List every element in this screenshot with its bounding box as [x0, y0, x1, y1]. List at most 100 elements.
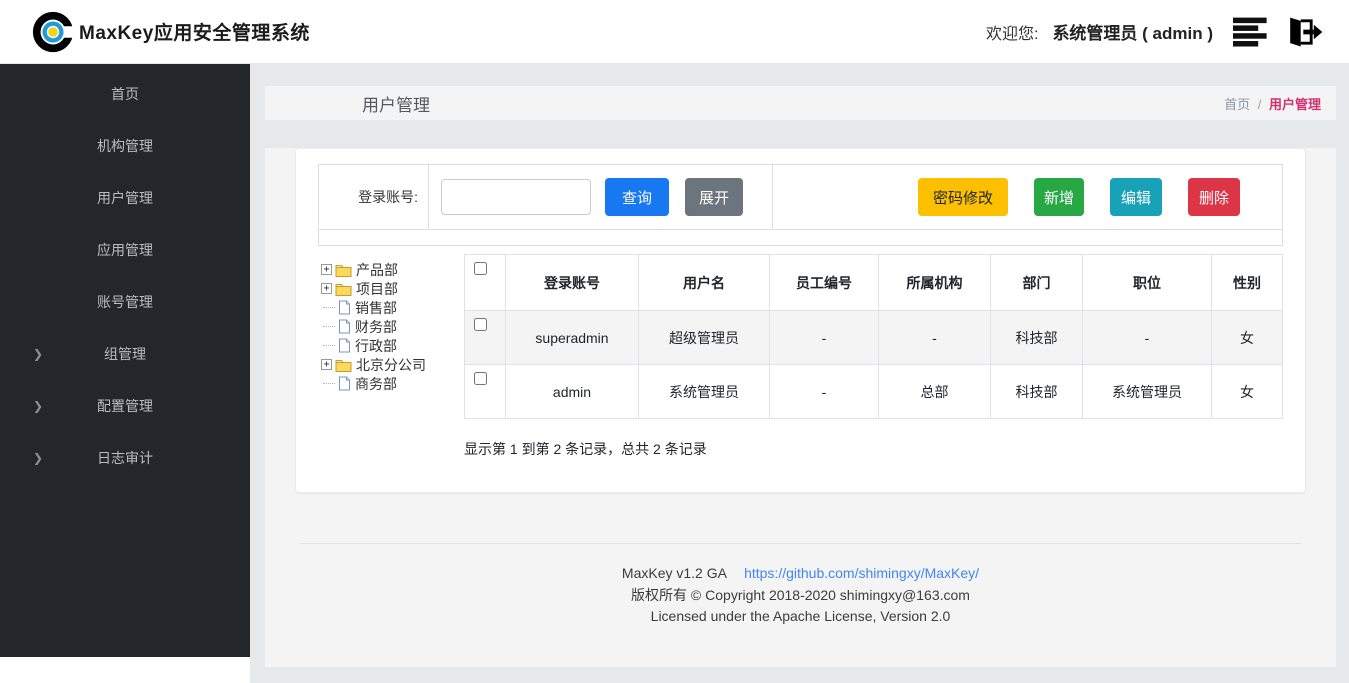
delete-button[interactable]: 删除: [1188, 178, 1240, 216]
sidebar-item-org-mgmt[interactable]: 机构管理: [0, 120, 250, 172]
records-summary: 显示第 1 到第 2 条记录，总共 2 条记录: [464, 439, 1283, 459]
cell-login-account: superadmin: [506, 311, 639, 365]
chevron-right-icon: ❯: [33, 451, 43, 465]
tree-expand-icon[interactable]: +: [321, 283, 332, 294]
tree-node-project-dept[interactable]: + 项目部: [318, 279, 464, 298]
app-header: MaxKey应用安全管理系统 欢迎您: 系统管理员 ( admin ): [0, 0, 1349, 64]
footer-version: MaxKey v1.2 GA: [622, 565, 726, 581]
menu-list-icon[interactable]: [1233, 16, 1269, 48]
chevron-right-icon: ❯: [33, 399, 43, 413]
column-employee-no: 员工编号: [770, 255, 879, 311]
tree-node-label: 行政部: [355, 336, 397, 356]
sidebar-item-app-mgmt[interactable]: 应用管理: [0, 224, 250, 276]
tree-node-finance-dept[interactable]: 财务部: [318, 317, 464, 336]
table-row[interactable]: superadmin 超级管理员 - - 科技部 - 女: [465, 311, 1283, 365]
row-checkbox[interactable]: [474, 372, 487, 385]
cell-organization: -: [879, 311, 991, 365]
table-row[interactable]: admin 系统管理员 - 总部 科技部 系统管理员 女: [465, 365, 1283, 419]
cell-gender: 女: [1212, 365, 1283, 419]
edit-button[interactable]: 编辑: [1110, 178, 1162, 216]
cell-position: -: [1083, 311, 1212, 365]
users-table-area: 登录账号 用户名 员工编号 所属机构 部门 职位 性别 superadmin: [464, 254, 1283, 459]
page-title-bar: 用户管理 首页 / 用户管理: [265, 86, 1336, 120]
login-account-label: 登录账号:: [319, 165, 429, 229]
folder-icon: [335, 358, 352, 372]
sidebar-item-label: 账号管理: [97, 292, 153, 312]
org-tree: + 产品部 + 项目部 销售部: [318, 254, 464, 459]
cell-login-account: admin: [506, 365, 639, 419]
breadcrumb: 首页 / 用户管理: [1224, 94, 1321, 113]
query-button[interactable]: 查询: [605, 178, 669, 216]
footer: MaxKey v1.2 GA https://github.com/shimin…: [265, 544, 1336, 628]
tree-node-label: 销售部: [355, 298, 397, 318]
search-toolbar: 登录账号: 查询 展开 密码修改 新增 编辑 删除: [318, 164, 1283, 246]
brand: MaxKey应用安全管理系统: [30, 9, 310, 55]
login-account-input[interactable]: [441, 179, 591, 215]
sidebar-nav: 首页 机构管理 用户管理 应用管理 账号管理 ❯ 组管理 ❯ 配置管理 ❯ 日志…: [0, 64, 250, 657]
tree-node-product-dept[interactable]: + 产品部: [318, 260, 464, 279]
brand-title: MaxKey应用安全管理系统: [79, 18, 310, 45]
file-icon: [338, 319, 351, 334]
sidebar-item-user-mgmt[interactable]: 用户管理: [0, 172, 250, 224]
column-login-account: 登录账号: [506, 255, 639, 311]
tree-connector: [323, 326, 335, 327]
footer-copyright: 版权所有 © Copyright 2018-2020 shimingxy@163…: [265, 585, 1336, 607]
folder-icon: [335, 263, 352, 277]
maxkey-logo-icon: [30, 9, 76, 55]
page-title: 用户管理: [362, 91, 430, 116]
tree-node-business-dept[interactable]: 商务部: [318, 374, 464, 393]
tree-connector: [323, 307, 335, 308]
header-right: 欢迎您: 系统管理员 ( admin ): [986, 14, 1323, 50]
column-department: 部门: [991, 255, 1083, 311]
tree-node-label: 项目部: [356, 279, 398, 299]
sidebar-item-label: 首页: [111, 84, 139, 104]
sidebar-item-account-mgmt[interactable]: 账号管理: [0, 276, 250, 328]
logout-icon[interactable]: [1281, 14, 1323, 50]
row-checkbox[interactable]: [474, 318, 487, 331]
cell-username: 系统管理员: [639, 365, 770, 419]
tree-node-admin-dept[interactable]: 行政部: [318, 336, 464, 355]
column-gender: 性别: [1212, 255, 1283, 311]
sidebar-item-group-mgmt[interactable]: ❯ 组管理: [0, 328, 250, 380]
github-link[interactable]: https://github.com/shimingxy/MaxKey/: [744, 565, 979, 581]
column-organization: 所属机构: [879, 255, 991, 311]
cell-position: 系统管理员: [1083, 365, 1212, 419]
table-header-row: 登录账号 用户名 员工编号 所属机构 部门 职位 性别: [465, 255, 1283, 311]
file-icon: [338, 300, 351, 315]
tree-node-label: 产品部: [356, 260, 398, 280]
tree-node-beijing-branch[interactable]: + 北京分公司: [318, 355, 464, 374]
tree-expand-icon[interactable]: +: [321, 359, 332, 370]
file-icon: [338, 338, 351, 353]
cell-organization: 总部: [879, 365, 991, 419]
user-management-card: 登录账号: 查询 展开 密码修改 新增 编辑 删除: [295, 148, 1306, 493]
expand-button[interactable]: 展开: [685, 178, 743, 216]
cell-gender: 女: [1212, 311, 1283, 365]
tree-connector: [323, 345, 335, 346]
breadcrumb-home-link[interactable]: 首页: [1224, 97, 1250, 112]
sidebar-item-config-mgmt[interactable]: ❯ 配置管理: [0, 380, 250, 432]
folder-icon: [335, 282, 352, 296]
tree-node-sales-dept[interactable]: 销售部: [318, 298, 464, 317]
search-toolbar-footer: [319, 229, 1282, 245]
users-table: 登录账号 用户名 员工编号 所属机构 部门 职位 性别 superadmin: [464, 254, 1283, 419]
tree-connector: [323, 383, 335, 384]
content-panel: 登录账号: 查询 展开 密码修改 新增 编辑 删除: [265, 148, 1336, 667]
sidebar-item-label: 日志审计: [97, 448, 153, 468]
add-button[interactable]: 新增: [1034, 178, 1084, 216]
sidebar-item-log-audit[interactable]: ❯ 日志审计: [0, 432, 250, 484]
welcome-label: 欢迎您:: [986, 20, 1038, 44]
sidebar-item-label: 用户管理: [97, 188, 153, 208]
sidebar-item-label: 配置管理: [97, 396, 153, 416]
cell-department: 科技部: [991, 365, 1083, 419]
tree-node-label: 商务部: [355, 374, 397, 394]
tree-node-label: 北京分公司: [356, 355, 426, 375]
sidebar-item-label: 组管理: [104, 344, 146, 364]
select-all-checkbox[interactable]: [474, 262, 487, 275]
cell-department: 科技部: [991, 311, 1083, 365]
tree-expand-icon[interactable]: +: [321, 264, 332, 275]
change-password-button[interactable]: 密码修改: [918, 178, 1008, 216]
main-area: 用户管理 首页 / 用户管理 登录账号: 查询 展开: [250, 64, 1349, 683]
column-position: 职位: [1083, 255, 1212, 311]
sidebar-item-home[interactable]: 首页: [0, 68, 250, 120]
breadcrumb-separator: /: [1258, 97, 1262, 112]
